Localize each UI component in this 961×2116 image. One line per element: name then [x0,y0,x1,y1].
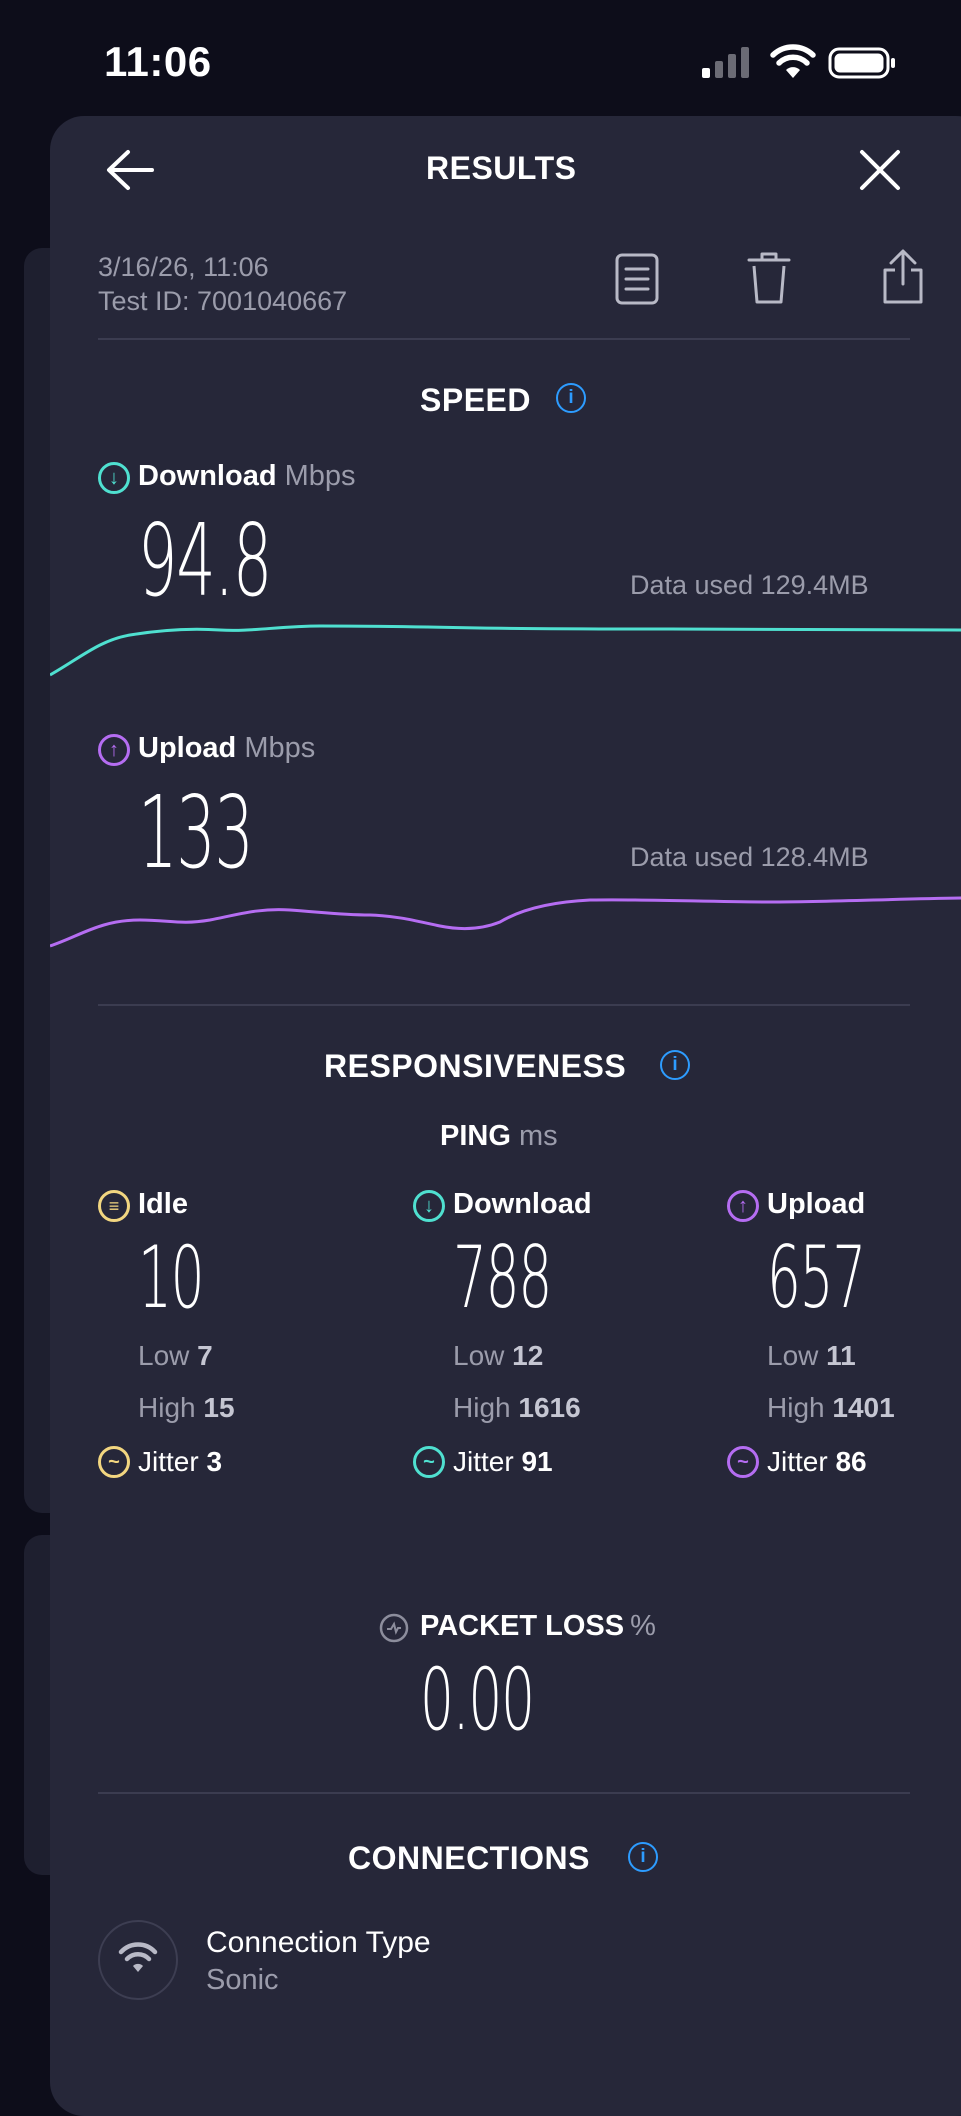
idle-jitter: Jitter 3 [138,1446,223,1477]
upload-ping-label: Upload [767,1188,866,1220]
packet-loss-icon [379,1613,409,1643]
upload-data-used: Data used 128.4MB [630,842,869,872]
download-ping-low: Low 12 [453,1340,544,1371]
upload-jitter: Jitter 86 [767,1446,867,1477]
status-time: 11:06 [104,38,212,85]
responsiveness-info-icon[interactable]: i [660,1050,690,1080]
test-date: 3/16/26, 11:06 [98,252,269,282]
download-jitter: Jitter 91 [453,1446,553,1477]
connections-title: CONNECTIONS [348,1840,590,1876]
status-bar: 11:06 [0,0,961,120]
battery-icon [828,47,895,79]
back-arrow-icon[interactable] [104,148,156,192]
upload-ping-value: 657 [767,1228,866,1328]
download-label: Download Mbps [138,460,356,492]
divider [98,1792,910,1794]
upload-ping-high: High 1401 [767,1392,895,1423]
page-title: RESULTS [426,150,577,186]
speed-title: SPEED [420,382,531,418]
trash-icon[interactable] [746,250,792,306]
share-icon[interactable] [880,248,926,306]
upload-speed-graph [50,896,961,948]
connection-type-badge [98,1920,178,2000]
test-id: Test ID: 7001040667 [98,286,348,316]
upload-ping-icon: ↑ [727,1190,759,1222]
packet-loss-label: PACKET LOSS% [420,1610,656,1642]
ping-label: PING ms [440,1120,558,1152]
idle-label: Idle [138,1188,188,1220]
idle-low: Low 7 [138,1340,213,1371]
divider [98,338,910,340]
idle-jitter-icon: ~ [98,1446,130,1478]
responsiveness-title: RESPONSIVENESS [324,1048,627,1084]
upload-label: Upload Mbps [138,732,316,764]
idle-high: High 15 [138,1392,235,1423]
document-icon[interactable] [614,252,660,306]
wifi-icon [770,44,816,78]
download-jitter-icon: ~ [413,1446,445,1478]
download-ping-high: High 1616 [453,1392,581,1423]
download-ping-value: 788 [453,1228,552,1328]
idle-ping-value: 10 [138,1228,205,1328]
close-icon[interactable] [858,148,902,192]
connection-type-value: Sonic [206,1964,279,1996]
download-arrow-icon: ↓ [98,462,130,494]
packet-loss-value: 0.00 [420,1650,535,1750]
upload-jitter-icon: ~ [727,1446,759,1478]
download-ping-label: Download [453,1188,592,1220]
download-data-used: Data used 129.4MB [630,570,869,600]
upload-ping-low: Low 11 [767,1340,856,1371]
download-ping-icon: ↓ [413,1190,445,1222]
connections-info-icon[interactable]: i [628,1842,658,1872]
idle-icon: ≡ [98,1190,130,1222]
download-speed-graph [50,624,961,677]
cellular-signal-icon [702,47,749,78]
divider [98,1004,910,1006]
speed-info-icon[interactable]: i [556,383,586,413]
connection-type-label: Connection Type [206,1926,431,1959]
upload-arrow-icon: ↑ [98,734,130,766]
wifi-icon [118,1942,158,1972]
